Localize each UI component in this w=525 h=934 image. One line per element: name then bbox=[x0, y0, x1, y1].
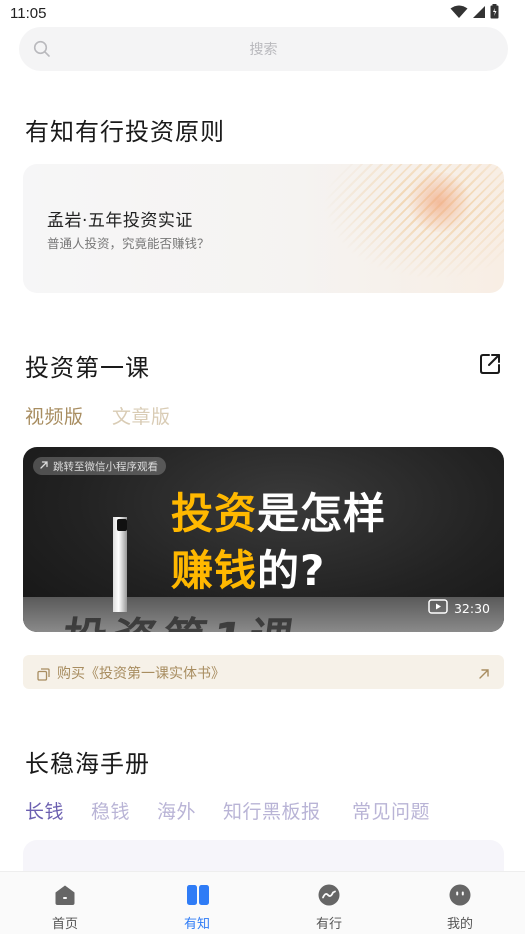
book-icon bbox=[186, 884, 210, 910]
nav-knowledge[interactable]: 有知 bbox=[152, 872, 242, 934]
nav-knowledge-label: 有知 bbox=[183, 917, 210, 932]
wifi-icon bbox=[450, 5, 468, 19]
principles-card-title: 孟岩·五年投资实证 bbox=[47, 211, 193, 231]
status-time: 11:05 bbox=[10, 5, 47, 22]
profile-icon bbox=[449, 884, 471, 910]
search-placeholder: 搜索 bbox=[249, 42, 278, 58]
mini-program-badge-label: 跳转至微信小程序观看 bbox=[53, 460, 158, 473]
buy-book-button[interactable]: 购买《投资第一课实体书》 bbox=[23, 655, 504, 689]
video-headline-line1: 投资是怎样 bbox=[171, 480, 386, 541]
video-card[interactable]: 投资第1课 跳转至微信小程序观看 投资是怎样 赚钱的? 32:30 bbox=[23, 447, 504, 632]
status-icons bbox=[450, 4, 499, 19]
buy-book-label: 购买《投资第一课实体书》 bbox=[57, 666, 225, 682]
nav-profile-label: 我的 bbox=[446, 917, 473, 932]
mini-program-badge[interactable]: 跳转至微信小程序观看 bbox=[33, 457, 166, 475]
headline-line2-white: 的? bbox=[257, 546, 326, 595]
arrow-up-right-icon bbox=[39, 460, 49, 473]
headline-line2-gold: 赚钱 bbox=[171, 546, 258, 595]
video-pillar bbox=[113, 517, 127, 612]
video-headline-line2: 赚钱的? bbox=[171, 537, 325, 598]
tab-long-money[interactable]: 长钱 bbox=[25, 797, 64, 824]
play-icon bbox=[428, 599, 448, 617]
principles-title: 有知有行投资原则 bbox=[25, 118, 225, 146]
headline-line1-white: 是怎样 bbox=[257, 489, 387, 538]
nav-action[interactable]: 有行 bbox=[284, 872, 374, 934]
tab-stable-money[interactable]: 稳钱 bbox=[91, 797, 130, 824]
video-floor-text: 投资第1课 bbox=[59, 603, 305, 632]
card-glow bbox=[404, 172, 474, 232]
nav-profile[interactable]: 我的 bbox=[415, 872, 505, 934]
home-icon bbox=[54, 884, 76, 910]
search-input[interactable]: 搜索 bbox=[19, 27, 508, 71]
copy-icon bbox=[37, 666, 50, 685]
nav-home[interactable]: 首页 bbox=[20, 872, 110, 934]
bottom-nav: 首页 有知 有行 我的 bbox=[0, 871, 525, 934]
card-decoration bbox=[304, 164, 504, 293]
video-duration: 32:30 bbox=[428, 599, 490, 617]
video-duration-text: 32:30 bbox=[453, 600, 490, 616]
headline-line1-gold: 投资 bbox=[171, 489, 258, 538]
arrow-up-right-icon bbox=[478, 665, 490, 684]
battery-icon bbox=[490, 4, 499, 19]
tab-blackboard[interactable]: 知行黑板报 bbox=[223, 797, 321, 824]
nav-action-label: 有行 bbox=[315, 917, 342, 932]
tab-overseas[interactable]: 海外 bbox=[157, 797, 196, 824]
tab-faq[interactable]: 常见问题 bbox=[352, 797, 430, 824]
tab-article[interactable]: 文章版 bbox=[112, 402, 171, 429]
trend-icon bbox=[318, 884, 340, 910]
share-icon[interactable] bbox=[478, 352, 502, 380]
principles-card-subtitle: 普通人投资，究竟能否赚钱？ bbox=[47, 236, 210, 251]
signal-icon bbox=[472, 5, 486, 19]
status-bar: 11:05 bbox=[0, 0, 525, 28]
video-pillar-top bbox=[117, 519, 127, 531]
tab-video[interactable]: 视频版 bbox=[25, 402, 84, 429]
first-lesson-title: 投资第一课 bbox=[25, 354, 150, 382]
nav-home-label: 首页 bbox=[51, 917, 78, 932]
manual-title: 长稳海手册 bbox=[25, 750, 150, 778]
